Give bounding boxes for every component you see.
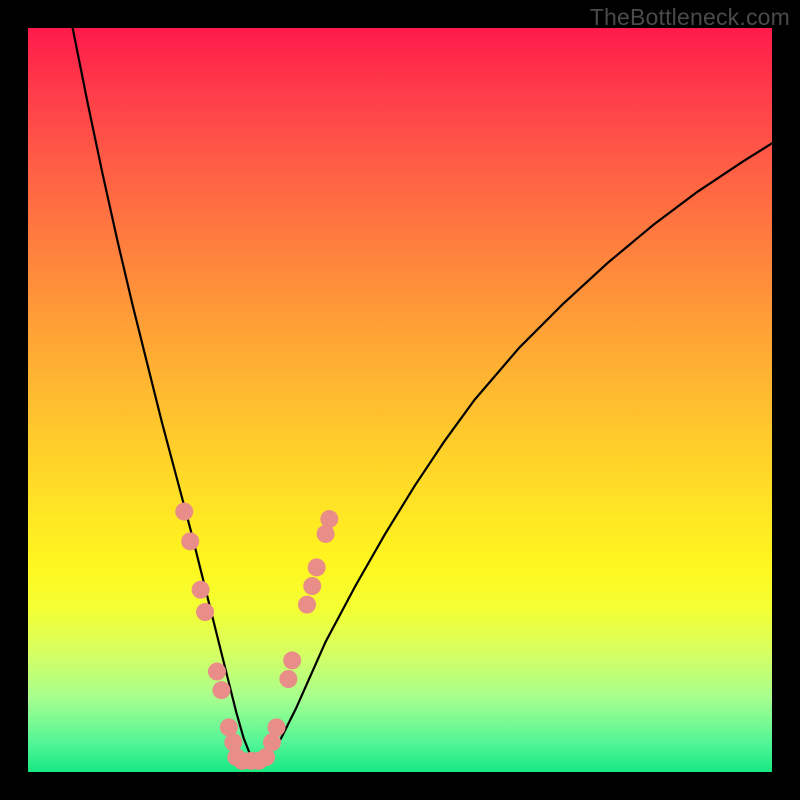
data-marker xyxy=(224,733,242,751)
data-marker xyxy=(268,718,286,736)
chart-svg xyxy=(28,28,772,772)
chart-frame: TheBottleneck.com xyxy=(0,0,800,800)
data-marker xyxy=(192,581,210,599)
data-markers xyxy=(175,503,338,770)
data-marker xyxy=(320,510,338,528)
data-marker xyxy=(279,670,297,688)
data-marker xyxy=(308,558,326,576)
plot-area xyxy=(28,28,772,772)
data-marker xyxy=(298,596,316,614)
data-marker xyxy=(196,603,214,621)
data-marker xyxy=(283,651,301,669)
data-marker xyxy=(208,663,226,681)
data-marker xyxy=(303,577,321,595)
data-marker xyxy=(181,532,199,550)
data-marker xyxy=(212,681,230,699)
watermark-text: TheBottleneck.com xyxy=(590,4,790,31)
bottleneck-curve xyxy=(73,28,772,757)
data-marker xyxy=(175,503,193,521)
